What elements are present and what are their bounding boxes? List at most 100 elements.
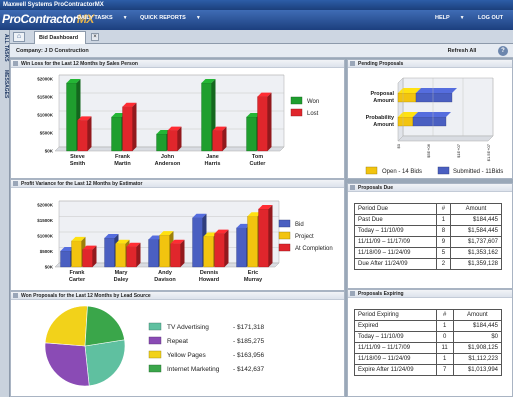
pin-icon[interactable] — [13, 181, 18, 186]
bar — [66, 82, 77, 152]
nav-help-label: HELP — [435, 15, 450, 21]
pin-icon[interactable] — [13, 293, 18, 298]
profit-variance-chart: $0K $500K $1000K $1500K $2000K FrankCarter Mar… — [37, 200, 333, 283]
tab-bid-dashboard[interactable]: Bid Dashboard — [34, 31, 86, 44]
column-header: # — [435, 203, 452, 215]
table-cell: 11/18/09 – 11/24/09 — [354, 353, 437, 365]
home-icon[interactable]: ⌂ — [13, 32, 25, 42]
bar-side — [136, 242, 141, 267]
table-cell: 11/18/09 – 11/24/09 — [354, 247, 437, 259]
table-row[interactable]: Past Due 1 $184,445 — [354, 214, 502, 226]
data-label: - $185,275 — [233, 338, 264, 345]
column-header: Period Expiring — [354, 309, 437, 321]
y-tick-label: $1500K — [37, 95, 54, 100]
table-cell: 11/11/09 – 11/17/09 — [354, 342, 437, 354]
nav-quick-reports-label: QUICK REPORTS — [140, 15, 186, 21]
pin-icon[interactable] — [350, 61, 355, 66]
table-row[interactable]: 11/11/09 – 11/17/09 11 $1,908,125 — [354, 342, 503, 354]
x-tick-label: Harris — [205, 161, 221, 167]
bar — [111, 116, 122, 152]
bar-side — [87, 116, 92, 151]
x-tick-label: Howard — [199, 277, 219, 283]
legend-label: TV Advertising — [167, 324, 209, 331]
legend-swatch — [290, 108, 303, 117]
table-cell: Past Due — [354, 214, 437, 226]
panel-title: Win Loss for the Last 12 Months by Sales… — [21, 61, 138, 67]
table-row[interactable]: Expire After 11/24/09 7 $1,013,994 — [354, 364, 503, 376]
bar — [77, 120, 88, 152]
column-header: Period Due — [354, 203, 437, 215]
pin-icon[interactable] — [350, 291, 355, 296]
column-header: Amount — [452, 309, 503, 321]
panel-proposals-due: Proposals Due Period Due # Amount Past D… — [347, 183, 513, 289]
chevron-down-icon: ▼ — [195, 15, 201, 21]
pin-icon[interactable] — [13, 61, 18, 66]
x-tick-label: Daley — [114, 277, 130, 283]
x-tick-label: $0 — [396, 143, 401, 148]
nav-logout[interactable]: LOG OUT — [478, 15, 503, 21]
table-cell: 7 — [435, 364, 454, 376]
x-tick-label: Jane — [206, 154, 219, 160]
chart-floor — [397, 135, 494, 142]
nav-daily-tasks[interactable]: DAILY TASKS ▼ — [77, 15, 128, 21]
bar-top — [413, 112, 451, 117]
x-tick-label: Cutler — [250, 161, 267, 167]
table-row[interactable]: Today – 11/10/09 8 $1,584,445 — [354, 225, 502, 237]
nav-quick-reports[interactable]: QUICK REPORTS ▼ — [140, 15, 201, 21]
bar-side — [222, 126, 227, 151]
y-tick-label: $1500K — [37, 218, 54, 223]
table-row[interactable]: 11/18/09 – 11/24/09 1 $1,112,223 — [354, 353, 503, 365]
table-row[interactable]: Today – 11/10/09 0 $0 — [354, 331, 503, 343]
sidebar-messages[interactable]: MESSAGES — [1, 70, 9, 98]
panel-win-loss: Win Loss for the Last 12 Months by Sales… — [10, 59, 345, 179]
legend-swatch — [278, 243, 291, 252]
legend-label: Repeat — [167, 338, 188, 345]
table-cell: 5 — [435, 247, 452, 259]
y-tick-label: $500K — [40, 131, 54, 136]
table-cell: Due After 11/24/09 — [354, 258, 437, 270]
bar-side — [224, 229, 229, 267]
proposals-due-table: Period Due # Amount Past Due 1 $184,445 To… — [354, 203, 502, 270]
bar — [246, 116, 257, 152]
help-icon[interactable]: ? — [498, 46, 508, 56]
nav-daily-tasks-label: DAILY TASKS — [77, 15, 113, 21]
pending-proposals-chart: ProposalAmountProbabilityAmount$0 $5E+06 $… — [366, 77, 503, 175]
bar — [201, 82, 212, 152]
bar — [82, 249, 93, 268]
bar — [115, 243, 126, 268]
nav-help[interactable]: HELP ▼ — [435, 15, 465, 21]
y-tick-label: $2000K — [37, 77, 54, 82]
legend-label: Open - 14 Bids — [382, 169, 422, 175]
legend-swatch — [290, 96, 303, 105]
sidebar-all-tasks[interactable]: ALL TASKS — [1, 34, 9, 62]
chart-back-wall — [402, 77, 494, 137]
table-row[interactable]: 11/11/09 – 11/17/09 9 $1,737,607 — [354, 236, 502, 248]
y-tick-label: $500K — [40, 249, 54, 254]
x-tick-label: Smith — [70, 161, 86, 167]
table-cell: 9 — [435, 236, 452, 248]
column-header: # — [435, 309, 454, 321]
bar — [236, 227, 247, 268]
bar-side — [177, 126, 182, 151]
chevron-down-icon: ▼ — [122, 15, 128, 21]
close-icon[interactable]: × — [91, 33, 99, 41]
table-row[interactable]: Due After 11/24/09 2 $1,359,128 — [354, 258, 502, 270]
refresh-all-button[interactable]: Refresh All — [442, 47, 482, 56]
legend-label: Internet Marketing — [167, 366, 220, 373]
table-cell: Today – 11/10/09 — [354, 225, 437, 237]
table-row[interactable]: Expired 1 $184,445 — [354, 320, 503, 332]
tab-bar: ⌂ Bid Dashboard × — [10, 30, 513, 44]
bar — [104, 237, 115, 268]
window-title: Maxwell Systems ProContractorMX — [0, 0, 513, 10]
table-row[interactable]: 11/18/09 – 11/24/09 5 $1,353,162 — [354, 247, 502, 259]
bar — [71, 240, 82, 268]
panel-profit-variance: Profit Variance for the Last 12 Months b… — [10, 179, 345, 291]
panel-title: Profit Variance for the Last 12 Months b… — [21, 181, 143, 187]
table-cell: 0 — [435, 331, 454, 343]
pin-icon[interactable] — [350, 185, 355, 190]
x-tick-label: Frank — [115, 154, 131, 160]
table-cell: Today – 11/10/09 — [354, 331, 437, 343]
table-cell: Expired — [354, 320, 437, 332]
bar — [60, 250, 71, 268]
table-cell: $1,908,125 — [452, 342, 503, 354]
